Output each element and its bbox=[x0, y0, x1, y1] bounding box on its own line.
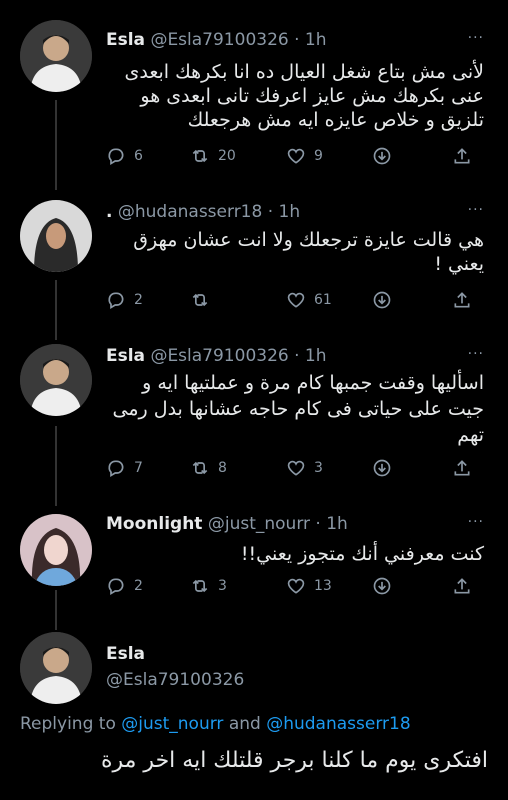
share-button[interactable] bbox=[452, 146, 472, 166]
heart-icon bbox=[287, 578, 305, 594]
tweet[interactable]: . @hudanasserr18 · 1h ··· هي قالت عايزة … bbox=[0, 180, 508, 330]
retweet-icon bbox=[192, 149, 208, 163]
author-name[interactable]: Esla bbox=[106, 644, 145, 664]
like-count: 61 bbox=[314, 292, 332, 308]
avatar[interactable] bbox=[20, 344, 92, 416]
tweet-text: كنت معرفني أنك متجوز يعني!! bbox=[240, 543, 484, 565]
retweet-icon bbox=[192, 293, 208, 307]
author-name[interactable]: Moonlight bbox=[106, 514, 202, 534]
tweet[interactable]: Moonlight @just_nourr · 1h ··· كنت معرفن… bbox=[0, 500, 508, 620]
mention-link[interactable]: @just_nourr bbox=[121, 714, 223, 734]
retweet-count: 8 bbox=[218, 460, 227, 476]
more-options-icon[interactable]: ··· bbox=[468, 346, 484, 362]
like-button[interactable]: 3 bbox=[286, 458, 323, 478]
focused-tweet-text: افتكرى يوم ما كلنا برجر قلتلك ايه اخر مر… bbox=[100, 748, 488, 773]
reply-count: 7 bbox=[134, 460, 143, 476]
reply-icon bbox=[108, 292, 124, 309]
tweet-text: هي قالت عايزة ترجعلك ولا انت عشان مهزق ي… bbox=[133, 229, 484, 275]
reply-icon bbox=[108, 578, 124, 595]
author-handle[interactable]: @Esla79100326 bbox=[150, 346, 288, 366]
more-options-icon[interactable]: ··· bbox=[468, 514, 484, 530]
reply-count: 6 bbox=[134, 148, 143, 164]
reply-button[interactable]: 2 bbox=[106, 290, 143, 310]
author-handle[interactable]: @Esla79100326 bbox=[106, 670, 244, 690]
avatar[interactable] bbox=[20, 632, 92, 704]
author-name[interactable]: Esla bbox=[106, 30, 145, 50]
share-icon bbox=[454, 292, 470, 308]
share-icon bbox=[454, 148, 470, 164]
share-button[interactable] bbox=[452, 576, 472, 596]
like-count: 9 bbox=[314, 148, 323, 164]
retweet-count: 3 bbox=[218, 578, 227, 594]
more-options-icon[interactable]: ··· bbox=[468, 202, 484, 218]
tweet[interactable]: Esla @Esla79100326 · 1h ··· اسأليها وقفت… bbox=[0, 330, 508, 500]
download-circle-icon bbox=[373, 291, 391, 309]
like-button[interactable]: 13 bbox=[286, 576, 332, 596]
replying-to-label: Replying to bbox=[20, 714, 116, 734]
avatar[interactable] bbox=[20, 200, 92, 272]
heart-icon bbox=[287, 292, 305, 308]
heart-icon bbox=[287, 148, 305, 164]
timestamp[interactable]: · 1h bbox=[294, 346, 326, 366]
download-button[interactable] bbox=[372, 576, 392, 596]
like-button[interactable]: 61 bbox=[286, 290, 332, 310]
tweet-text: لأنى مش بتاع شغل العيال ده انا بكرهك ابع… bbox=[124, 61, 484, 131]
heart-icon bbox=[287, 460, 305, 476]
share-icon bbox=[454, 578, 470, 594]
download-button[interactable] bbox=[372, 146, 392, 166]
download-circle-icon bbox=[373, 147, 391, 165]
retweet-button[interactable]: 3 bbox=[190, 576, 227, 596]
more-options-icon[interactable]: ··· bbox=[468, 30, 484, 46]
download-button[interactable] bbox=[372, 458, 392, 478]
like-button[interactable]: 9 bbox=[286, 146, 323, 166]
reply-count: 2 bbox=[134, 578, 143, 594]
download-button[interactable] bbox=[372, 290, 392, 310]
share-button[interactable] bbox=[452, 290, 472, 310]
retweet-count: 20 bbox=[218, 148, 236, 164]
reply-button[interactable]: 6 bbox=[106, 146, 143, 166]
timestamp[interactable]: · 1h bbox=[294, 30, 326, 50]
author-name[interactable]: . bbox=[106, 202, 112, 222]
tweet[interactable]: Esla @Esla79100326 · 1h ··· لأنى مش بتاع… bbox=[0, 0, 508, 180]
reply-icon bbox=[108, 148, 124, 165]
timestamp[interactable]: · 1h bbox=[268, 202, 300, 222]
like-count: 13 bbox=[314, 578, 332, 594]
download-circle-icon bbox=[373, 577, 391, 595]
mention-link[interactable]: @hudanasserr18 bbox=[266, 714, 410, 734]
reply-icon bbox=[108, 460, 124, 477]
author-handle[interactable]: @hudanasserr18 bbox=[118, 202, 262, 222]
retweet-button[interactable]: 20 bbox=[190, 146, 236, 166]
author-name[interactable]: Esla bbox=[106, 346, 145, 366]
tweet-text: اسأليها وقفت جمبها كام مرة و عملتيها ايه… bbox=[112, 372, 484, 446]
retweet-icon bbox=[192, 461, 208, 475]
like-count: 3 bbox=[314, 460, 323, 476]
avatar[interactable] bbox=[20, 514, 92, 586]
reply-button[interactable]: 2 bbox=[106, 576, 143, 596]
replying-to: Replying to @just_nourr and @hudanasserr… bbox=[20, 714, 411, 734]
share-icon bbox=[454, 460, 470, 476]
focused-tweet[interactable]: Esla @Esla79100326 bbox=[0, 620, 508, 800]
author-handle[interactable]: @just_nourr bbox=[208, 514, 310, 534]
share-button[interactable] bbox=[452, 458, 472, 478]
avatar[interactable] bbox=[20, 20, 92, 92]
retweet-button[interactable]: 8 bbox=[190, 458, 227, 478]
and-label: and bbox=[228, 714, 261, 734]
retweet-button[interactable] bbox=[190, 290, 218, 310]
author-handle[interactable]: @Esla79100326 bbox=[150, 30, 288, 50]
retweet-icon bbox=[192, 579, 208, 593]
reply-count: 2 bbox=[134, 292, 143, 308]
reply-button[interactable]: 7 bbox=[106, 458, 143, 478]
timestamp[interactable]: · 1h bbox=[315, 514, 347, 534]
download-circle-icon bbox=[373, 459, 391, 477]
